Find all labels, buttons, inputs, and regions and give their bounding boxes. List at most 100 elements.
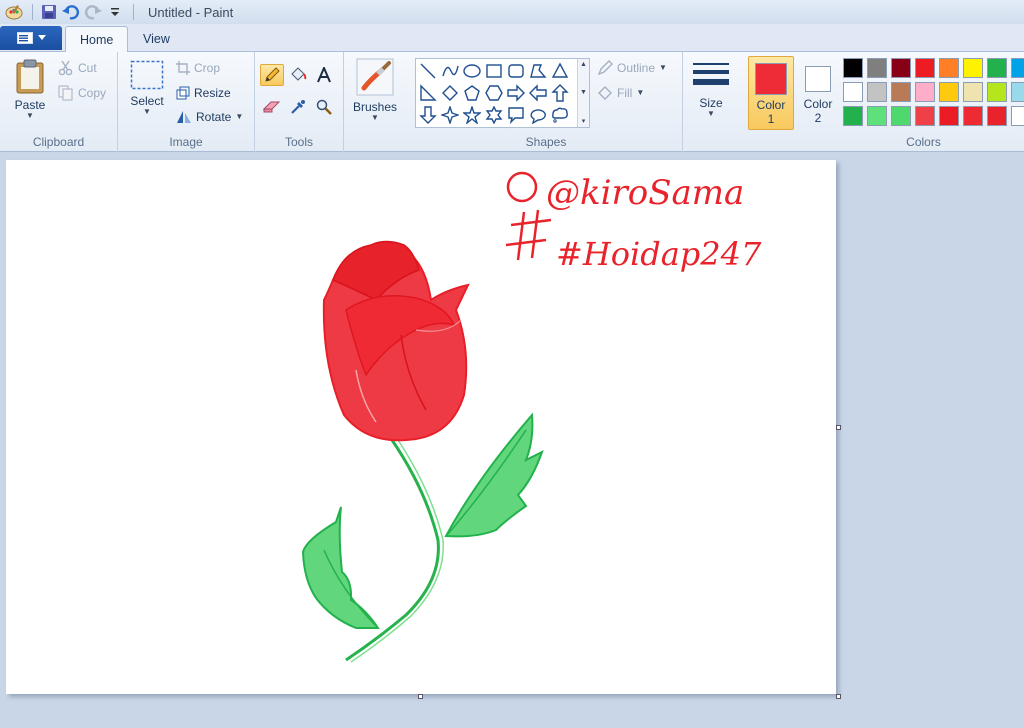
palette-color-1-2[interactable] (891, 82, 911, 102)
scroll-up-icon[interactable]: ▲ (580, 61, 587, 68)
crop-label: Crop (194, 61, 221, 75)
fill-icon (598, 86, 612, 100)
magnifier-icon (316, 99, 332, 115)
size-caret-icon: ▼ (707, 109, 715, 118)
down-arrow-icon (419, 106, 437, 124)
palette-color-1-0[interactable] (843, 82, 863, 102)
palette-color-0-7[interactable] (1011, 58, 1024, 78)
select-rectangle-icon (130, 60, 164, 90)
four-point-star-shape[interactable] (439, 104, 461, 126)
diamond-shape[interactable] (439, 82, 461, 104)
palette-color-2-5[interactable] (963, 106, 983, 126)
right-arrow-icon (507, 84, 525, 102)
expand-gallery-icon[interactable]: ▾ (582, 117, 586, 125)
tab-view[interactable]: View (129, 26, 184, 52)
undo-icon[interactable] (61, 2, 81, 22)
palette-color-0-2[interactable] (891, 58, 911, 78)
polygon-shape[interactable] (527, 60, 549, 82)
palette-color-0-5[interactable] (963, 58, 983, 78)
text-tool[interactable] (312, 64, 336, 86)
curve-shape[interactable] (439, 60, 461, 82)
rounded-rectangle-shape[interactable] (505, 60, 527, 82)
color2-button[interactable]: Color 2 (797, 56, 839, 130)
magnifier-tool[interactable] (312, 96, 336, 118)
brushes-caret-icon: ▼ (371, 113, 379, 122)
rectangle-shape[interactable] (483, 60, 505, 82)
separator (32, 4, 33, 20)
palette-color-1-5[interactable] (963, 82, 983, 102)
palette-color-1-3[interactable] (915, 82, 935, 102)
palette-color-0-3[interactable] (915, 58, 935, 78)
palette-color-1-7[interactable] (1011, 82, 1024, 102)
five-point-star-shape[interactable] (461, 104, 483, 126)
image-group: Select ▼ Crop Resize Rotate ▼ Image (118, 52, 255, 152)
right-arrow-shape[interactable] (505, 82, 527, 104)
rounded-rectangle-icon (508, 64, 524, 78)
outline-button[interactable]: Outline ▼ (597, 58, 667, 78)
palette-color-2-7[interactable] (1011, 106, 1024, 126)
hexagon-shape[interactable] (483, 82, 505, 104)
oval-shape[interactable] (461, 60, 483, 82)
canvas-work-area[interactable]: @kiroSama #Hoidap247 (0, 153, 1024, 728)
palette-color-2-6[interactable] (987, 106, 1007, 126)
rotate-button[interactable]: Rotate ▼ (176, 107, 243, 127)
size-button[interactable]: Size ▼ (691, 60, 731, 118)
paste-button[interactable]: Paste ▼ (10, 58, 50, 120)
cut-button[interactable]: Cut (58, 58, 97, 78)
select-button[interactable]: Select ▼ (126, 60, 168, 116)
six-point-star-shape[interactable] (483, 104, 505, 126)
eraser-tool[interactable] (260, 96, 284, 118)
right-triangle-shape[interactable] (417, 82, 439, 104)
palette-color-1-4[interactable] (939, 82, 959, 102)
color-picker-tool[interactable] (286, 96, 310, 118)
brushes-button[interactable]: Brushes ▼ (350, 58, 400, 122)
shapes-scrollbar[interactable]: ▲ ▼ ▾ (577, 59, 589, 127)
palette-color-0-6[interactable] (987, 58, 1007, 78)
resize-button[interactable]: Resize (176, 83, 231, 103)
palette-color-2-1[interactable] (867, 106, 887, 126)
pencil-tool[interactable] (260, 64, 284, 86)
oval-callout-shape[interactable] (527, 104, 549, 126)
palette-color-1-6[interactable] (987, 82, 1007, 102)
palette-color-2-0[interactable] (843, 106, 863, 126)
customize-toolbar-icon[interactable] (105, 2, 125, 22)
fill-button[interactable]: Fill ▼ (597, 83, 644, 103)
canvas-resize-handle-right[interactable] (836, 425, 841, 430)
line-icon (420, 63, 436, 79)
left-arrow-shape[interactable] (527, 82, 549, 104)
cloud-callout-shape[interactable] (549, 104, 571, 126)
outline-icon (597, 60, 613, 76)
rotate-caret-icon: ▼ (235, 112, 244, 121)
paint-app-icon[interactable] (4, 2, 24, 22)
palette-color-0-0[interactable] (843, 58, 863, 78)
triangle-shape[interactable] (549, 60, 571, 82)
save-icon[interactable] (39, 2, 59, 22)
fill-tool[interactable] (286, 64, 310, 86)
scroll-down-icon[interactable]: ▼ (580, 89, 587, 96)
tab-home[interactable]: Home (65, 26, 129, 53)
resize-label: Resize (194, 86, 231, 100)
crop-button[interactable]: Crop (176, 58, 220, 78)
drawing-canvas[interactable]: @kiroSama #Hoidap247 (6, 160, 836, 694)
eraser-icon (263, 101, 281, 113)
redo-icon[interactable] (83, 2, 103, 22)
palette-color-2-3[interactable] (915, 106, 935, 126)
up-arrow-shape[interactable] (549, 82, 571, 104)
canvas-resize-handle-bottom[interactable] (418, 694, 423, 699)
copy-button[interactable]: Copy (58, 83, 106, 103)
paint-menu-button[interactable] (0, 26, 62, 50)
shapes-group-label: Shapes (525, 135, 567, 149)
rect-callout-shape[interactable] (505, 104, 527, 126)
canvas-resize-handle-corner[interactable] (836, 694, 841, 699)
up-arrow-icon (551, 84, 569, 102)
line-shape[interactable] (417, 60, 439, 82)
palette-color-0-4[interactable] (939, 58, 959, 78)
pentagon-shape[interactable] (461, 82, 483, 104)
palette-color-1-1[interactable] (867, 82, 887, 102)
tools-group-label: Tools (284, 135, 313, 149)
palette-color-2-2[interactable] (891, 106, 911, 126)
palette-color-0-1[interactable] (867, 58, 887, 78)
color1-button[interactable]: Color 1 (748, 56, 794, 130)
palette-color-2-4[interactable] (939, 106, 959, 126)
down-arrow-shape[interactable] (417, 104, 439, 126)
